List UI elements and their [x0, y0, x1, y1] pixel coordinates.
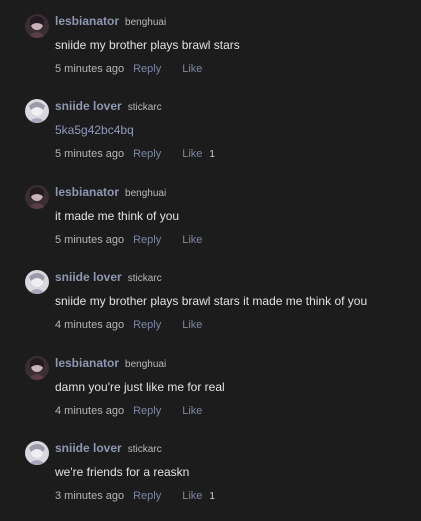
comment-item: lesbianator benghuai it made me think of… [0, 185, 421, 265]
comment-actions: 4 minutes ago Reply Like [55, 405, 209, 417]
comment-text: sniide my brother plays brawl stars [55, 38, 240, 52]
reply-button[interactable]: Reply [133, 63, 161, 75]
username: benghuai [125, 188, 167, 199]
timestamp: 4 minutes ago [55, 405, 125, 417]
comment-actions: 5 minutes ago Reply Like [55, 63, 209, 75]
avatar[interactable] [25, 185, 49, 209]
comment-text: damn you're just like me for real [55, 380, 225, 394]
reply-button[interactable]: Reply [133, 148, 161, 160]
reply-button[interactable]: Reply [133, 319, 161, 331]
comment-header: sniide lover stickarc [55, 441, 162, 459]
like-button[interactable]: Like [182, 319, 202, 331]
timestamp: 5 minutes ago [55, 148, 125, 160]
timestamp: 4 minutes ago [55, 319, 125, 331]
reply-button[interactable]: Reply [133, 405, 161, 417]
display-name[interactable]: lesbianator [55, 14, 119, 28]
display-name[interactable]: sniide lover [55, 441, 122, 455]
comment-item: sniide lover stickarc sniide my brother … [0, 270, 421, 350]
timestamp: 5 minutes ago [55, 234, 125, 246]
timestamp: 5 minutes ago [55, 63, 125, 75]
like-button[interactable]: Like [182, 63, 202, 75]
comment-text: it made me think of you [55, 209, 180, 223]
comment-text: we're friends for a reaskn [55, 465, 190, 479]
like-button[interactable]: Like [182, 148, 202, 160]
comment-header: lesbianator benghuai [55, 356, 166, 374]
comment-header: sniide lover stickarc [55, 99, 162, 117]
comment-header: lesbianator benghuai [55, 185, 166, 203]
comment-text: sniide my brother plays brawl stars it m… [55, 294, 368, 308]
username: benghuai [125, 17, 167, 28]
comment-actions: 3 minutes ago Reply Like 1 [55, 490, 215, 502]
display-name[interactable]: sniide lover [55, 99, 122, 113]
comment-item: sniide lover stickarc 5ka5g42bc4bq 5 min… [0, 99, 421, 179]
display-name[interactable]: sniide lover [55, 270, 122, 284]
display-name[interactable]: lesbianator [55, 356, 119, 370]
comment-actions: 4 minutes ago Reply Like [55, 319, 209, 331]
avatar[interactable] [25, 270, 49, 294]
comment-item: lesbianator benghuai damn you're just li… [0, 356, 421, 436]
comment-item: lesbianator benghuai sniide my brother p… [0, 14, 421, 94]
avatar[interactable] [25, 14, 49, 38]
like-button[interactable]: Like [182, 405, 202, 417]
comment-header: sniide lover stickarc [55, 270, 162, 288]
like-button[interactable]: Like [182, 234, 202, 246]
like-count: 1 [209, 491, 215, 502]
like-button[interactable]: Like [182, 490, 202, 502]
comment-actions: 5 minutes ago Reply Like [55, 234, 209, 246]
comment-text[interactable]: 5ka5g42bc4bq [55, 123, 134, 137]
reply-button[interactable]: Reply [133, 234, 161, 246]
avatar[interactable] [25, 441, 49, 465]
username: stickarc [127, 102, 162, 113]
avatar[interactable] [25, 356, 49, 380]
like-count: 1 [209, 149, 215, 160]
display-name[interactable]: lesbianator [55, 185, 119, 199]
timestamp: 3 minutes ago [55, 490, 125, 502]
username: stickarc [127, 273, 162, 284]
comment-item: sniide lover stickarc we're friends for … [0, 441, 421, 521]
comment-actions: 5 minutes ago Reply Like 1 [55, 148, 215, 160]
username: stickarc [127, 444, 162, 455]
comment-header: lesbianator benghuai [55, 14, 166, 32]
username: benghuai [125, 359, 167, 370]
reply-button[interactable]: Reply [133, 490, 161, 502]
avatar[interactable] [25, 99, 49, 123]
